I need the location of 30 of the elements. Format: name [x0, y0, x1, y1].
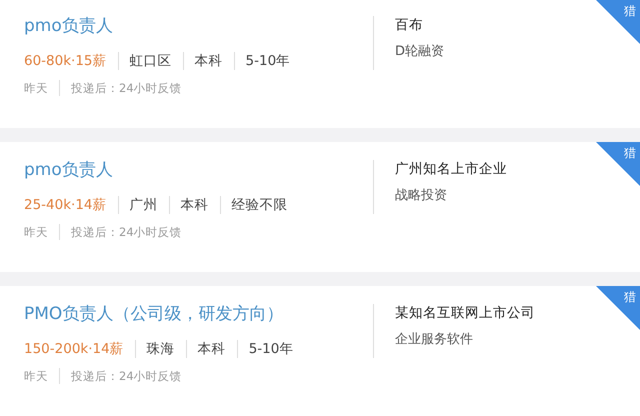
salary: 25-40k·14薪 — [24, 196, 107, 214]
job-tag: 本科 — [198, 340, 226, 358]
corner-badge: 猎 — [596, 286, 640, 330]
feedback-note: 投递后：24小时反馈 — [71, 80, 182, 96]
job-tag: 珠海 — [146, 340, 175, 358]
feedback-note: 投递后：24小时反馈 — [71, 368, 182, 384]
job-tag: 5-10年 — [248, 340, 294, 358]
job-tag: 本科 — [180, 196, 209, 214]
posted-time: 昨天 — [24, 224, 48, 240]
posted-time: 昨天 — [24, 80, 48, 96]
funding-stage: 企业服务软件 — [395, 331, 474, 348]
salary: 150-200k·14薪 — [24, 340, 124, 358]
company-name: 某知名互联网上市公司 — [395, 304, 535, 322]
job-tag: 5-10年 — [246, 52, 290, 70]
posted-time: 昨天 — [24, 368, 48, 384]
company-name: 百布 — [395, 16, 424, 34]
job-card[interactable]: pmo负责人 25-40k·14薪 广州 本科 经验不限 昨天 投递后：24小时反馈 广州知名上市企业 战略投资 猎 — [0, 142, 640, 272]
feedback-note: 投递后：24小时反馈 — [71, 224, 182, 240]
corner-badge: 猎 — [596, 142, 640, 186]
company-name: 广州知名上市企业 — [395, 160, 507, 178]
job-tag: 经验不限 — [232, 196, 288, 214]
salary: 60-80k·15薪 — [24, 52, 107, 70]
job-card[interactable]: PMO负责人（公司级，研发方向） 150-200k·14薪 珠海 本科 5-10年 昨天 投递后：24小时反馈 某知名互联网上市公司 企业服务软件 猎 — [0, 286, 640, 416]
job-tag: 广州 — [130, 196, 158, 214]
corner-badge: 猎 — [596, 0, 640, 44]
job-tag: 本科 — [194, 52, 223, 70]
job-card[interactable]: pmo负责人 60-80k·15薪 虹口区 本科 5-10年 昨天 投递后：24小时反馈 百布 D轮融资 猎 — [0, 0, 640, 128]
funding-stage: 战略投资 — [395, 187, 448, 204]
funding-stage: D轮融资 — [395, 43, 444, 60]
job-tag: 虹口区 — [130, 52, 172, 70]
